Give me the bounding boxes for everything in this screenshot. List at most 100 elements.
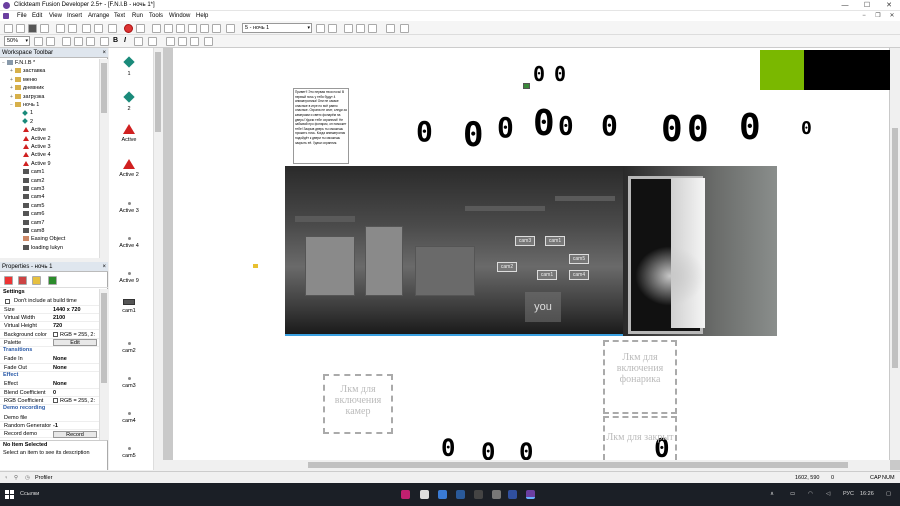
- tree-item[interactable]: cam2: [0, 177, 44, 185]
- property-value[interactable]: 2100: [53, 314, 65, 322]
- app-icon[interactable]: [492, 490, 501, 499]
- menu-arrange[interactable]: Arrange: [88, 13, 109, 19]
- zoom-selector[interactable]: 50% ▾: [4, 36, 30, 46]
- tree-item[interactable]: Active 4: [0, 151, 51, 159]
- event-editor-icon[interactable]: [176, 24, 185, 33]
- cut-icon[interactable]: [56, 24, 65, 33]
- options-icon[interactable]: [400, 24, 409, 33]
- open-icon[interactable]: [16, 24, 25, 33]
- cam-map-button[interactable]: cam2: [497, 262, 517, 272]
- frame-hscroll-thumb[interactable]: [308, 462, 848, 468]
- counter-digit[interactable]: 0: [441, 436, 455, 460]
- frame-horizontal-scrollbar[interactable]: [163, 460, 890, 470]
- font-icon[interactable]: [100, 37, 109, 46]
- camera-view-left[interactable]: cam3 cam1 cam2 cam1 cam4 cam5 you: [285, 166, 623, 336]
- frame-vertical-scrollbar[interactable]: [890, 48, 900, 460]
- include-checkbox[interactable]: [5, 298, 10, 304]
- property-row[interactable]: Virtual Width 2100: [0, 314, 99, 323]
- prev-frame-icon[interactable]: [316, 24, 325, 33]
- app-icon[interactable]: [474, 490, 483, 499]
- properties-scrollbar[interactable]: [99, 289, 108, 440]
- layer-object-item[interactable]: Active 3: [109, 194, 149, 214]
- settings-icon[interactable]: [108, 24, 117, 33]
- align-center-icon[interactable]: [178, 37, 187, 46]
- layer-icon[interactable]: [368, 24, 377, 33]
- layer-object-item[interactable]: cam4: [109, 404, 149, 424]
- runtime-tab-icon[interactable]: [18, 276, 27, 285]
- save-icon[interactable]: [28, 24, 37, 33]
- frame-vscroll-thumb[interactable]: [892, 128, 898, 368]
- layer-object-item[interactable]: Active 9: [109, 264, 149, 284]
- tree-item[interactable]: cam6: [0, 210, 44, 218]
- layer-object-item[interactable]: Active: [109, 124, 149, 143]
- crop-icon[interactable]: [204, 37, 213, 46]
- layer-object-item[interactable]: Active 4: [109, 229, 149, 249]
- windows-start-icon[interactable]: [5, 490, 14, 499]
- tree-item[interactable]: + загрузка: [0, 93, 44, 101]
- property-category[interactable]: Transitions: [3, 347, 32, 353]
- view-mode-1-icon[interactable]: [62, 37, 71, 46]
- hint-flashlight-box[interactable]: Лкм для включения фонарика: [603, 340, 677, 414]
- settings-tab-icon[interactable]: [4, 276, 13, 285]
- menu-insert[interactable]: Insert: [67, 13, 82, 19]
- menu-tools[interactable]: Tools: [149, 13, 163, 19]
- cam-map-button[interactable]: cam5: [569, 254, 589, 264]
- property-button[interactable]: Edit: [53, 339, 97, 347]
- tree-item[interactable]: Active: [0, 126, 46, 134]
- save-all-icon[interactable]: [40, 24, 49, 33]
- property-value[interactable]: RGB = 255, 2:: [53, 397, 95, 405]
- property-value[interactable]: 0: [53, 389, 56, 397]
- view-mode-2-icon[interactable]: [74, 37, 83, 46]
- bold-button[interactable]: B: [113, 37, 118, 44]
- camera-view-door[interactable]: [623, 166, 777, 336]
- workspace-scrollbar[interactable]: [99, 59, 108, 258]
- frame-selector[interactable]: 5 - ночь 1 ▾: [242, 23, 312, 33]
- menu-file[interactable]: File: [17, 13, 27, 19]
- close-icon[interactable]: ×: [102, 262, 106, 272]
- frame-editor-icon[interactable]: [164, 24, 173, 33]
- counter-digit[interactable]: 0: [661, 112, 683, 148]
- doc-minimize-button[interactable]: −: [858, 11, 870, 21]
- properties-scroll-thumb[interactable]: [101, 293, 107, 383]
- frame-editor[interactable]: 0 0 0 0 0 0 0 0 0 0 0 0 0 0 0 0 Привет!!…: [163, 48, 900, 470]
- property-row[interactable]: Fade In None: [0, 355, 99, 364]
- counter-digit[interactable]: 0: [554, 64, 566, 84]
- cam-map-button[interactable]: cam4: [569, 270, 589, 280]
- property-row[interactable]: Virtual Height 720: [0, 322, 99, 331]
- color-swatch[interactable]: [53, 331, 58, 337]
- counter-digit[interactable]: 0: [497, 114, 514, 142]
- tree-item[interactable]: cam8: [0, 227, 44, 235]
- doc-close-button[interactable]: ✕: [886, 11, 898, 21]
- telegram-icon[interactable]: [438, 490, 447, 499]
- counter-digit[interactable]: 0: [687, 112, 709, 148]
- copy-icon[interactable]: [68, 24, 77, 33]
- hint-door-box[interactable]: Лкм для закрыт: [603, 416, 677, 460]
- property-value[interactable]: RGB = 255, 2:: [53, 331, 95, 339]
- property-category[interactable]: Demo recording: [3, 405, 45, 411]
- minimize-button[interactable]: —: [834, 0, 856, 11]
- fusion-taskbar-icon[interactable]: [526, 490, 535, 499]
- tree-item[interactable]: cam4: [0, 193, 44, 201]
- cam-map-button[interactable]: cam3: [515, 236, 535, 246]
- tree-item[interactable]: + меню: [0, 76, 37, 84]
- property-row[interactable]: RGB Coefficient RGB = 255, 2:: [0, 397, 99, 406]
- layer-object-item[interactable]: Active 2: [109, 159, 149, 178]
- menu-run[interactable]: Run: [132, 13, 143, 19]
- redo-icon[interactable]: [94, 24, 103, 33]
- frame-nav-icon[interactable]: [226, 24, 235, 33]
- counter-digit[interactable]: 0: [416, 118, 433, 146]
- property-row[interactable]: Fade Out None: [0, 364, 99, 372]
- layer-object-item[interactable]: cam1: [109, 299, 149, 314]
- cam-map-button[interactable]: cam1: [537, 270, 557, 280]
- property-value[interactable]: None: [53, 364, 67, 372]
- tree-item[interactable]: Active 9: [0, 160, 51, 168]
- grid-icon[interactable]: [344, 24, 353, 33]
- tree-item[interactable]: loading lukyn: [0, 244, 63, 252]
- property-row[interactable]: Size 1440 x 720: [0, 306, 99, 314]
- property-row[interactable]: Blend Coefficient 0: [0, 389, 99, 397]
- align-left-icon[interactable]: [166, 37, 175, 46]
- counter-digit[interactable]: 0: [739, 110, 761, 146]
- view-mode-3-icon[interactable]: [86, 37, 95, 46]
- black-block[interactable]: [804, 50, 900, 90]
- property-category[interactable]: Effect: [3, 372, 18, 378]
